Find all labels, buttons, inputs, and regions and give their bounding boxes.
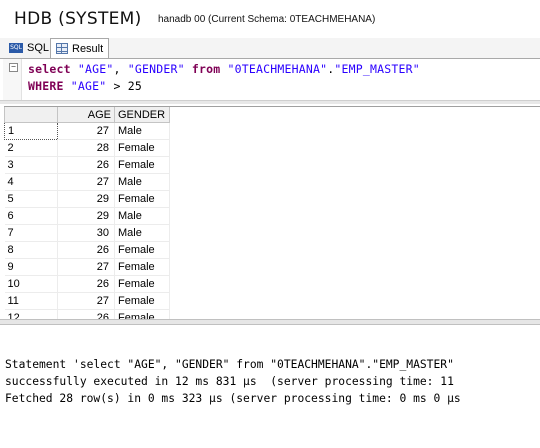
table-row[interactable]: 6 29 Male bbox=[4, 207, 170, 225]
gender-cell[interactable]: Female bbox=[114, 139, 170, 157]
row-number-header[interactable] bbox=[4, 107, 58, 123]
age-cell[interactable]: 28 bbox=[57, 139, 115, 157]
editor-sash[interactable] bbox=[0, 100, 540, 104]
sql-line-2: WHERE "AGE" > 25 bbox=[28, 79, 142, 93]
table-row[interactable]: 9 27 Female bbox=[4, 258, 170, 276]
age-cell[interactable]: 29 bbox=[57, 207, 115, 225]
age-cell[interactable]: 27 bbox=[57, 258, 115, 276]
fold-toggle-icon[interactable]: − bbox=[9, 63, 18, 72]
row-number-cell[interactable]: 3 bbox=[4, 156, 58, 174]
gender-cell[interactable]: Female bbox=[114, 241, 170, 259]
row-number-cell[interactable]: 12 bbox=[4, 309, 58, 319]
row-number-cell[interactable]: 2 bbox=[4, 139, 58, 157]
sql-editor[interactable]: − select "AGE", "GENDER" from "0TEACHMEH… bbox=[3, 59, 540, 100]
row-number-cell[interactable]: 4 bbox=[4, 173, 58, 191]
tab-result-label: Result bbox=[72, 42, 104, 55]
table-row[interactable]: 10 26 Female bbox=[4, 275, 170, 293]
row-number-cell[interactable]: 10 bbox=[4, 275, 58, 293]
sql-string: "EMP_MASTER" bbox=[334, 62, 420, 76]
table-row[interactable]: 1 27 Male bbox=[4, 122, 170, 140]
row-number-cell[interactable]: 8 bbox=[4, 241, 58, 259]
tab-result[interactable]: Result bbox=[50, 38, 110, 58]
sql-punct: > 25 bbox=[106, 79, 142, 93]
column-header-age[interactable]: AGE bbox=[57, 107, 115, 123]
row-number-cell[interactable]: 1 bbox=[4, 122, 58, 140]
table-row[interactable]: 3 26 Female bbox=[4, 156, 170, 174]
result-grid[interactable]: AGE GENDER 1 27 Male 2 28 Female 3 26 Female 4 27 M… bbox=[4, 106, 540, 319]
sql-icon: SQL bbox=[9, 43, 23, 53]
age-cell[interactable]: 26 bbox=[57, 241, 115, 259]
gender-cell[interactable]: Female bbox=[114, 190, 170, 208]
gender-cell[interactable]: Male bbox=[114, 122, 170, 140]
age-cell[interactable]: 27 bbox=[57, 122, 115, 140]
result-table: AGE GENDER 1 27 Male 2 28 Female 3 26 Female 4 27 M… bbox=[4, 107, 170, 319]
gender-cell[interactable]: Female bbox=[114, 309, 170, 319]
table-row[interactable]: 4 27 Male bbox=[4, 173, 170, 191]
row-number-cell[interactable]: 9 bbox=[4, 258, 58, 276]
console-line: successfully executed in 12 ms 831 µs (s… bbox=[5, 375, 454, 388]
grid-icon bbox=[56, 43, 68, 54]
age-cell[interactable]: 30 bbox=[57, 224, 115, 242]
gender-cell[interactable]: Male bbox=[114, 224, 170, 242]
gender-cell[interactable]: Female bbox=[114, 156, 170, 174]
sql-string: "0TEACHMEHANA" bbox=[227, 62, 328, 76]
tab-sql[interactable]: SQL SQL bbox=[4, 39, 54, 57]
row-number-cell[interactable]: 11 bbox=[4, 292, 58, 310]
table-row[interactable]: 11 27 Female bbox=[4, 292, 170, 310]
tab-sql-label: SQL bbox=[27, 42, 50, 54]
result-rows: 1 27 Male 2 28 Female 3 26 Female 4 27 Male 5 29 Femal… bbox=[4, 122, 170, 319]
gender-cell[interactable]: Male bbox=[114, 207, 170, 225]
table-row[interactable]: 8 26 Female bbox=[4, 241, 170, 259]
gender-cell[interactable]: Female bbox=[114, 258, 170, 276]
age-cell[interactable]: 29 bbox=[57, 190, 115, 208]
age-cell[interactable]: 26 bbox=[57, 156, 115, 174]
sql-line-1: select "AGE", "GENDER" from "0TEACHMEHAN… bbox=[28, 62, 420, 76]
editor-tab-bar: SQL SQL Result bbox=[0, 38, 540, 59]
console-line: Fetched 28 row(s) in 0 ms 323 µs (server… bbox=[5, 392, 461, 405]
sql-keyword: select bbox=[28, 62, 71, 76]
editor-gutter: − bbox=[3, 59, 22, 100]
table-row[interactable]: 7 30 Male bbox=[4, 224, 170, 242]
sql-string: "GENDER" bbox=[127, 62, 185, 76]
table-header-row: AGE GENDER bbox=[4, 107, 170, 123]
row-number-cell[interactable]: 5 bbox=[4, 190, 58, 208]
sql-string: "AGE" bbox=[77, 62, 114, 76]
sql-punct: , bbox=[113, 62, 128, 76]
connection-subtitle: hanadb 00 (Current Schema: 0TEACHMEHANA) bbox=[158, 14, 376, 25]
age-cell[interactable]: 27 bbox=[57, 173, 115, 191]
table-row[interactable]: 2 28 Female bbox=[4, 139, 170, 157]
gender-cell[interactable]: Male bbox=[114, 173, 170, 191]
gender-cell[interactable]: Female bbox=[114, 292, 170, 310]
sql-keyword: from bbox=[191, 62, 221, 76]
age-cell[interactable]: 27 bbox=[57, 292, 115, 310]
table-row[interactable]: 12 26 Female bbox=[4, 309, 170, 319]
row-number-cell[interactable]: 6 bbox=[4, 207, 58, 225]
sql-string: "AGE" bbox=[70, 79, 107, 93]
age-cell[interactable]: 26 bbox=[57, 275, 115, 293]
message-console: Statement 'select "AGE", "GENDER" from "… bbox=[0, 325, 540, 448]
gender-cell[interactable]: Female bbox=[114, 275, 170, 293]
table-row[interactable]: 5 29 Female bbox=[4, 190, 170, 208]
editor-title-bar: HDB (SYSTEM) hanadb 00 (Current Schema: … bbox=[0, 0, 540, 39]
console-line: Statement 'select "AGE", "GENDER" from "… bbox=[5, 358, 454, 371]
sql-keyword: WHERE bbox=[28, 79, 64, 93]
row-number-cell[interactable]: 7 bbox=[4, 224, 58, 242]
connection-title: HDB (SYSTEM) bbox=[14, 9, 142, 29]
age-cell[interactable]: 26 bbox=[57, 309, 115, 319]
column-header-gender[interactable]: GENDER bbox=[114, 107, 170, 123]
